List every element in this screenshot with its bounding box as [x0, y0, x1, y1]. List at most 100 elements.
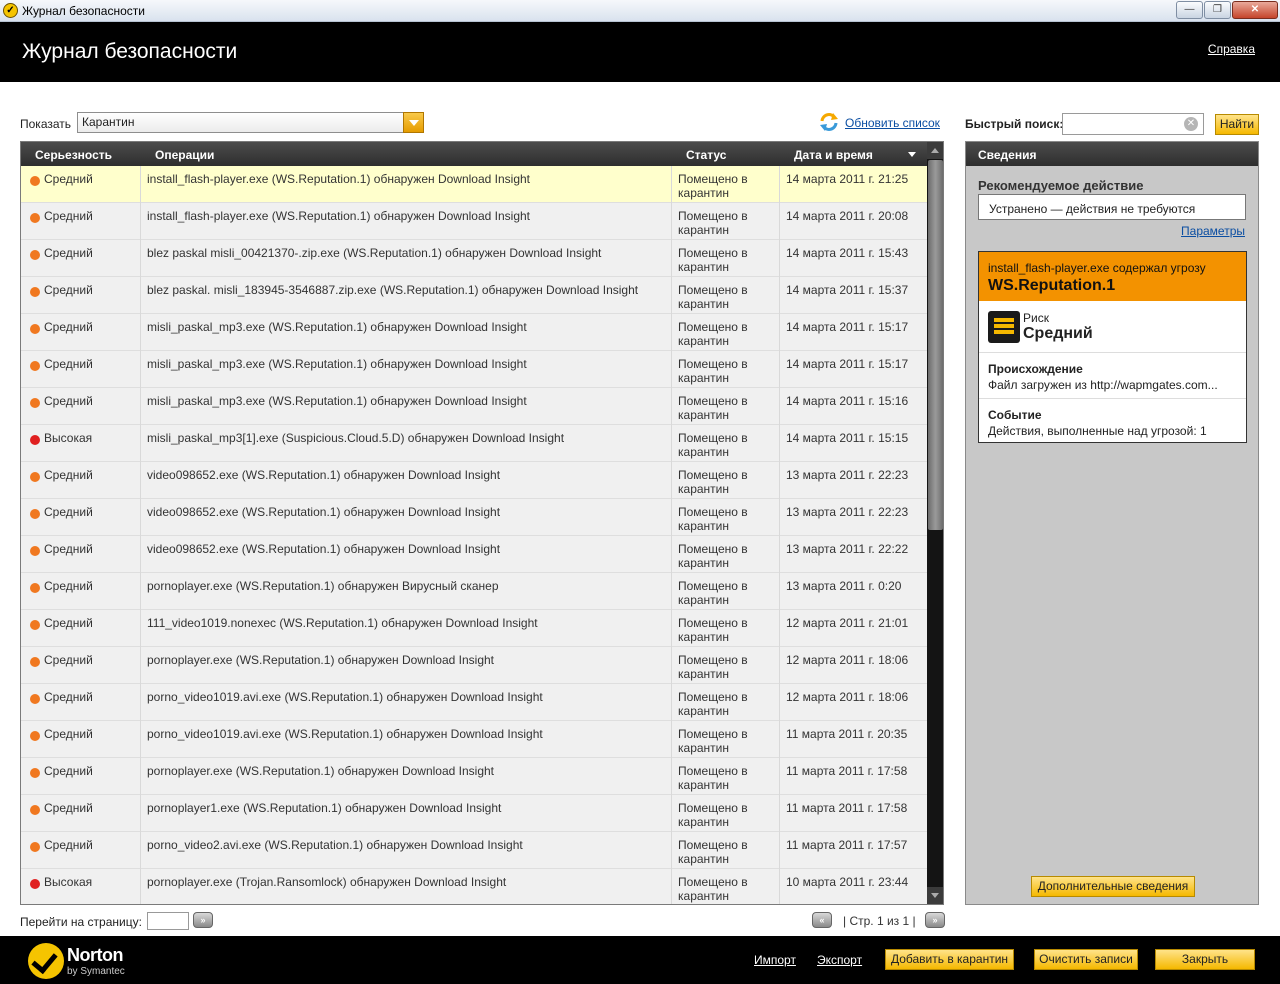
datetime-cell: 14 марта 2011 г. 15:17 — [786, 320, 909, 334]
status-cell: Помещено в карантин — [672, 314, 780, 351]
norton-logo-icon — [28, 943, 64, 979]
column-header-operations[interactable]: Операции — [155, 148, 214, 162]
table-row[interactable]: Средний video098652.exe (WS.Reputation.1)… — [21, 462, 927, 499]
table-row[interactable]: Средний install_flash-player.exe (WS.Repu… — [21, 166, 927, 203]
norton-shield-icon: ✓ — [3, 3, 18, 18]
severity-dot-icon — [30, 879, 40, 889]
severity-cell: Средний — [21, 462, 141, 499]
table-row[interactable]: Высокая pornoplayer.exe (Trojan.Ransomloc… — [21, 869, 927, 904]
details-header: Сведения — [966, 142, 1258, 166]
table-row[interactable]: Средний porno_video2.avi.exe (WS.Reputati… — [21, 832, 927, 869]
clear-search-icon[interactable]: ✕ — [1184, 117, 1198, 131]
refresh-icon[interactable] — [819, 112, 839, 132]
operation-cell: blez paskal. misli_183945-3546887.zip.ex… — [141, 277, 672, 314]
filter-select[interactable]: Карантин — [77, 112, 424, 133]
refresh-list-link[interactable]: Обновить список — [845, 116, 940, 130]
scroll-down-icon[interactable] — [927, 887, 943, 904]
table-row[interactable]: Средний blez paskal. misli_183945-3546887… — [21, 277, 927, 314]
severity-cell: Высокая — [21, 425, 141, 462]
table-row[interactable]: Средний misli_paskal_mp3.exe (WS.Reputati… — [21, 388, 927, 425]
goto-page-input[interactable] — [147, 912, 189, 930]
table-row[interactable]: Средний pornoplayer.exe (WS.Reputation.1)… — [21, 647, 927, 684]
table-row[interactable]: Средний pornoplayer1.exe (WS.Reputation.1… — [21, 795, 927, 832]
origin-block: Происхождение Файл загружен из http://wa… — [979, 353, 1246, 399]
severity-label: Средний — [44, 690, 93, 704]
quick-search-label: Быстрый поиск: — [965, 117, 1064, 131]
table-row[interactable]: Средний video098652.exe (WS.Reputation.1)… — [21, 536, 927, 573]
window-title: Журнал безопасности — [22, 4, 145, 18]
severity-dot-icon — [30, 657, 40, 667]
operation-cell: install_flash-player.exe (WS.Reputation.… — [141, 166, 672, 203]
datetime-cell: 13 марта 2011 г. 22:23 — [786, 505, 909, 519]
prev-page-icon[interactable]: « — [812, 912, 832, 928]
scroll-up-icon[interactable] — [927, 142, 943, 159]
scroll-thumb[interactable] — [928, 160, 943, 530]
table-row[interactable]: Средний porno_video1019.avi.exe (WS.Reput… — [21, 721, 927, 758]
find-button[interactable]: Найти — [1215, 114, 1259, 135]
operation-cell: porno_video1019.avi.exe (WS.Reputation.1… — [141, 721, 672, 758]
table-row[interactable]: Средний 111_video1019.nonexec (WS.Reputat… — [21, 610, 927, 647]
close-icon[interactable]: ✕ — [1232, 1, 1278, 19]
severity-cell: Средний — [21, 240, 141, 277]
table-scrollbar[interactable] — [927, 142, 943, 904]
severity-label: Средний — [44, 209, 93, 223]
severity-cell: Средний — [21, 647, 141, 684]
table-header: Серьезность Операции Статус Дата и время — [21, 142, 927, 166]
close-button[interactable]: Закрыть — [1155, 949, 1255, 970]
status-cell: Помещено в карантин — [672, 499, 780, 536]
table-row[interactable]: Средний install_flash-player.exe (WS.Repu… — [21, 203, 927, 240]
column-header-datetime[interactable]: Дата и время — [794, 148, 873, 162]
export-link[interactable]: Экспорт — [817, 953, 862, 967]
column-header-status[interactable]: Статус — [686, 148, 726, 162]
more-details-button[interactable]: Дополнительные сведения — [1031, 876, 1195, 897]
severity-dot-icon — [30, 805, 40, 815]
severity-cell: Средний — [21, 832, 141, 869]
table-row[interactable]: Средний porno_video1019.avi.exe (WS.Reput… — [21, 684, 927, 721]
help-link[interactable]: Справка — [1208, 42, 1255, 56]
severity-dot-icon — [30, 398, 40, 408]
goto-page-button-icon[interactable]: » — [193, 912, 213, 928]
severity-cell: Средний — [21, 536, 141, 573]
recommended-action-title: Рекомендуемое действие — [978, 178, 1144, 193]
column-header-severity[interactable]: Серьезность — [35, 148, 112, 162]
brand-name: Norton — [67, 945, 123, 965]
severity-cell: Средний — [21, 388, 141, 425]
import-link[interactable]: Импорт — [754, 953, 796, 967]
severity-dot-icon — [30, 472, 40, 482]
table-row[interactable]: Высокая misli_paskal_mp3[1].exe (Suspicio… — [21, 425, 927, 462]
maximize-icon[interactable]: ❐ — [1204, 1, 1231, 19]
parameters-link[interactable]: Параметры — [1181, 224, 1245, 238]
table-row[interactable]: Средний blez paskal misli_00421370-.zip.e… — [21, 240, 927, 277]
origin-value: Файл загружен из http://wapmgates.com... — [988, 378, 1218, 392]
status-cell: Помещено в карантин — [672, 203, 780, 240]
chevron-down-icon[interactable] — [403, 112, 424, 133]
event-label: Событие — [988, 408, 1042, 422]
status-cell: Помещено в карантин — [672, 573, 780, 610]
next-page-icon[interactable]: » — [925, 912, 945, 928]
severity-cell: Средний — [21, 203, 141, 240]
table-row[interactable]: Средний misli_paskal_mp3.exe (WS.Reputati… — [21, 314, 927, 351]
add-to-quarantine-button[interactable]: Добавить в карантин — [885, 949, 1014, 970]
operation-cell: pornoplayer.exe (WS.Reputation.1) обнару… — [141, 647, 672, 684]
app-header: Журнал безопасности Справка — [0, 22, 1280, 82]
severity-label: Средний — [44, 172, 93, 186]
quick-search-input[interactable]: ✕ — [1062, 113, 1204, 135]
table-row[interactable]: Средний pornoplayer.exe (WS.Reputation.1)… — [21, 758, 927, 795]
datetime-cell: 14 марта 2011 г. 15:17 — [786, 357, 909, 371]
severity-dot-icon — [30, 842, 40, 852]
clear-log-button[interactable]: Очистить записи — [1034, 949, 1138, 970]
severity-label: Средний — [44, 468, 93, 482]
minimize-icon[interactable]: — — [1176, 1, 1203, 19]
page-info: | Стр. 1 из 1 | — [843, 914, 916, 928]
severity-label: Средний — [44, 320, 93, 334]
table-row[interactable]: Средний video098652.exe (WS.Reputation.1)… — [21, 499, 927, 536]
severity-dot-icon — [30, 324, 40, 334]
severity-label: Средний — [44, 542, 93, 556]
operation-cell: misli_paskal_mp3.exe (WS.Reputation.1) о… — [141, 314, 672, 351]
datetime-cell: 14 марта 2011 г. 20:08 — [786, 209, 909, 223]
table-row[interactable]: Средний pornoplayer.exe (WS.Reputation.1)… — [21, 573, 927, 610]
operation-cell: porno_video1019.avi.exe (WS.Reputation.1… — [141, 684, 672, 721]
filter-label: Показать — [20, 117, 72, 131]
severity-cell: Средний — [21, 351, 141, 388]
table-row[interactable]: Средний misli_paskal_mp3.exe (WS.Reputati… — [21, 351, 927, 388]
